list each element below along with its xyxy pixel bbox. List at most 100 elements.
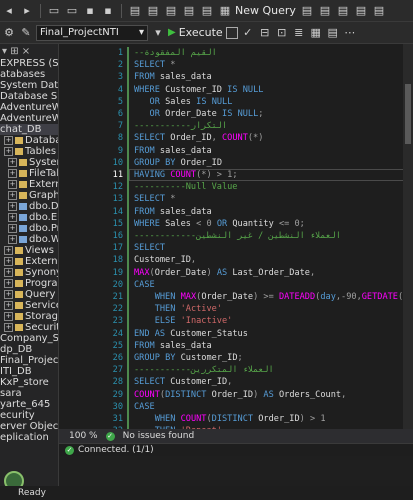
code-line[interactable]: WHERE Sales < 0 OR Quantity <= 0; [134, 218, 305, 230]
query-icon-5[interactable]: ▤ [200, 4, 214, 18]
query-type-icon-4[interactable]: ▤ [354, 4, 368, 18]
expand-icon[interactable]: + [8, 235, 17, 244]
expand-icon[interactable]: + [4, 279, 13, 288]
database-select[interactable]: Final_ProjectNTI ▾ [36, 24, 148, 41]
object-explorer-toolbar[interactable]: ▾ ⊞ × [0, 44, 58, 58]
tree-item[interactable]: dp_DB [0, 344, 58, 355]
expand-icon[interactable]: + [4, 290, 13, 299]
tree-item[interactable]: + Programma [0, 278, 58, 289]
code-line[interactable]: FROM sales_data [134, 71, 212, 83]
expand-icon[interactable]: + [4, 147, 13, 156]
expand-icon[interactable]: + [8, 180, 17, 189]
code-line[interactable]: SELECT * [134, 59, 175, 71]
expand-icon[interactable]: + [8, 213, 17, 222]
expand-icon[interactable]: + [4, 257, 13, 266]
tree-item[interactable]: + Query Store [0, 289, 58, 300]
results-text-icon[interactable]: ≣ [292, 26, 306, 40]
tree-item[interactable]: eplication [0, 432, 58, 443]
save-icon[interactable]: ▪ [83, 4, 97, 18]
query-icon-2[interactable]: ▤ [146, 4, 160, 18]
tree-item[interactable]: + dbo.Wor [0, 234, 58, 245]
tree-item[interactable]: + FileTables [0, 168, 58, 179]
tree-item[interactable]: + Storage [0, 311, 58, 322]
save-all-icon[interactable]: ▪ [101, 4, 115, 18]
code-line[interactable]: WHERE Customer_ID IS NULL [134, 84, 263, 96]
expand-icon[interactable]: + [8, 191, 17, 200]
code-line[interactable]: -----------العملاء المتكررين [134, 364, 274, 376]
query-editor[interactable]: 1 --القيم المفقودة 2 SELECT * 3 FROM sales_da… [59, 44, 413, 429]
tree-item[interactable]: Database Snap [0, 91, 58, 102]
tree-item[interactable]: + Service Bro [0, 300, 58, 311]
expand-icon[interactable]: + [4, 268, 13, 277]
code-line[interactable]: SELECT * [134, 193, 175, 205]
code-line[interactable]: THEN 'Active' [134, 303, 222, 315]
code-line[interactable]: GROUP BY Order_ID [134, 157, 222, 169]
code-line[interactable]: -----------التكرار [134, 120, 227, 132]
code-line[interactable]: FROM sales_data [134, 206, 212, 218]
expand-icon[interactable]: + [4, 301, 13, 310]
new-file-icon[interactable]: ▭ [47, 4, 61, 18]
expand-icon[interactable]: + [8, 169, 17, 178]
query-icon-3[interactable]: ▤ [164, 4, 178, 18]
tree-item[interactable]: AdventureWor [0, 102, 58, 113]
expand-icon[interactable]: + [8, 202, 17, 211]
code-line[interactable]: FROM sales_data [134, 340, 212, 352]
stop-icon[interactable] [225, 26, 238, 39]
tree-item[interactable]: System Databa [0, 80, 58, 91]
code-line[interactable]: FROM sales_data [134, 145, 212, 157]
tree-item[interactable]: ITI_DB [0, 366, 58, 377]
expand-icon[interactable]: + [4, 323, 13, 332]
expand-icon[interactable]: + [8, 158, 17, 167]
debug-icon[interactable]: ▾ [151, 26, 165, 40]
code-line[interactable]: SELECT [134, 242, 165, 254]
open-folder-icon[interactable]: ▭ [65, 4, 79, 18]
results-file-icon[interactable]: ▤ [326, 26, 340, 40]
code-line[interactable]: OR Sales IS NULL [134, 96, 233, 108]
expand-icon[interactable]: + [4, 312, 13, 321]
tree-item[interactable]: + External Re [0, 256, 58, 267]
tree-item[interactable]: chat_DB [0, 124, 58, 135]
tree-item[interactable]: atabases [0, 69, 58, 80]
code-line[interactable]: --القيم المفقودة [134, 47, 217, 59]
new-query-button[interactable]: ▦ New Query [218, 4, 296, 18]
expand-icon[interactable]: + [4, 246, 13, 255]
code-line[interactable]: ------------العملاء النشطين / غير النشطي… [134, 230, 341, 242]
tree-item[interactable]: sara [0, 388, 58, 399]
execute-button[interactable]: ▶ Execute [168, 26, 223, 39]
code-line[interactable]: ELSE 'Inactive' [134, 315, 233, 327]
code-line[interactable]: COUNT(DISTINCT Order_ID) AS Orders_Count… [134, 389, 346, 401]
results-grid-icon[interactable]: ▦ [309, 26, 323, 40]
scrollbar-thumb[interactable] [405, 84, 411, 144]
code-line[interactable]: WHEN COUNT(DISTINCT Order_ID) > 1 [134, 413, 326, 425]
disconnect-icon[interactable]: ✎ [19, 26, 33, 40]
tree-item[interactable]: + Views [0, 245, 58, 256]
expand-icon[interactable]: + [8, 224, 17, 233]
connect-icon[interactable]: ⚙ [2, 26, 16, 40]
query-icon[interactable]: ▤ [128, 4, 142, 18]
tree-item[interactable]: + External [0, 179, 58, 190]
code-line[interactable]: MAX(Order_Date) AS Last_Order_Date, [134, 267, 315, 279]
tree-item[interactable]: EXPRESS (SQL [0, 58, 58, 69]
tree-item[interactable]: + Database D [0, 135, 58, 146]
zoom-level[interactable]: 100 % [69, 431, 98, 441]
tree-item[interactable]: Company_SD [0, 333, 58, 344]
code-line[interactable]: ----------Null Value [134, 181, 237, 193]
code-line[interactable]: CASE [134, 401, 155, 413]
tree-item[interactable]: + dbo.Proj [0, 223, 58, 234]
tree-item[interactable]: + Graph Ta [0, 190, 58, 201]
code-line[interactable]: CASE [134, 279, 155, 291]
tree-item[interactable]: yarte_645 [0, 399, 58, 410]
code-line[interactable]: OR Order_Date IS NULL; [134, 108, 264, 120]
query-icon-4[interactable]: ▤ [182, 4, 196, 18]
query-type-icon-2[interactable]: ▤ [318, 4, 332, 18]
plan-icon[interactable]: ⊟ [258, 26, 272, 40]
tree-item[interactable]: Final_ProjectN [0, 355, 58, 366]
comment-icon[interactable]: ⋯ [343, 26, 357, 40]
query-type-icon-5[interactable]: ▤ [372, 4, 386, 18]
parse-icon[interactable]: ✓ [241, 26, 255, 40]
code-line[interactable]: WHEN MAX(Order_Date) >= DATEADD(day,-90,… [134, 291, 413, 303]
vertical-scrollbar[interactable] [403, 44, 413, 429]
tree-item[interactable]: + dbo.Emp [0, 212, 58, 223]
code-line[interactable]: SELECT Order_ID, COUNT(*) [134, 132, 263, 144]
tree-item[interactable]: + Security [0, 322, 58, 333]
